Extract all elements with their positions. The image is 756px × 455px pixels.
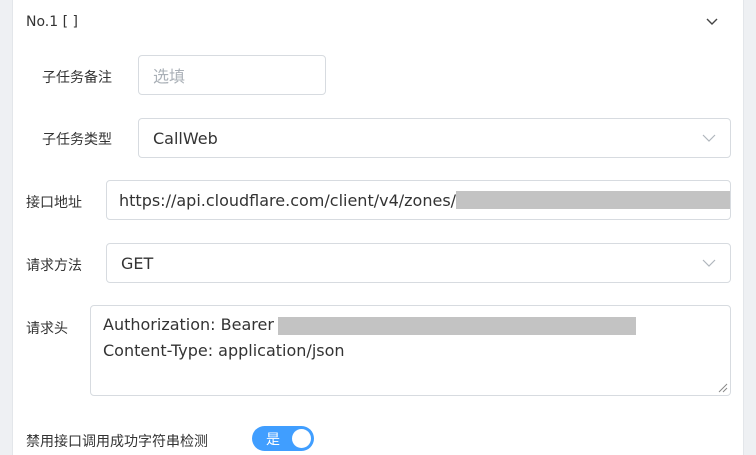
- header-line-1-text: Authorization: Bearer: [103, 315, 274, 334]
- task-type-select[interactable]: CallWeb: [138, 118, 731, 158]
- task-type-label: 子任务类型: [42, 132, 112, 148]
- redacted-block: [456, 191, 730, 209]
- left-panel-edge: [0, 0, 13, 455]
- header-line-2: Content-Type: application/json: [103, 341, 345, 360]
- url-value: https://api.cloudflare.com/client/v4/zon…: [119, 190, 457, 210]
- chevron-down-icon[interactable]: [704, 14, 720, 30]
- headers-textarea[interactable]: Authorization: Bearer Content-Type: appl…: [90, 305, 731, 396]
- note-input[interactable]: 选填: [138, 55, 326, 95]
- note-label: 子任务备注: [42, 70, 112, 86]
- toggle-text: 是: [266, 432, 280, 448]
- headers-label: 请求头: [26, 321, 68, 337]
- right-scrollbar[interactable]: [743, 0, 756, 455]
- note-placeholder: 选填: [153, 67, 186, 86]
- method-value: GET: [121, 253, 154, 273]
- url-input[interactable]: https://api.cloudflare.com/client/v4/zon…: [106, 180, 731, 220]
- redacted-block: [277, 316, 636, 335]
- disable-check-toggle[interactable]: 是: [252, 426, 314, 451]
- task-type-value: CallWeb: [153, 128, 218, 148]
- chevron-down-icon: [702, 134, 716, 142]
- header-line-1: Authorization: Bearer: [103, 312, 718, 338]
- url-label: 接口地址: [26, 195, 82, 211]
- method-label: 请求方法: [26, 258, 82, 274]
- toggle-knob: [292, 429, 311, 448]
- method-select[interactable]: GET: [106, 243, 731, 283]
- section-title: No.1 [ ]: [26, 14, 78, 30]
- chevron-down-icon: [702, 259, 716, 267]
- resize-handle-icon[interactable]: [718, 383, 728, 393]
- disable-check-label: 禁用接口调用成功字符串检测: [26, 434, 208, 450]
